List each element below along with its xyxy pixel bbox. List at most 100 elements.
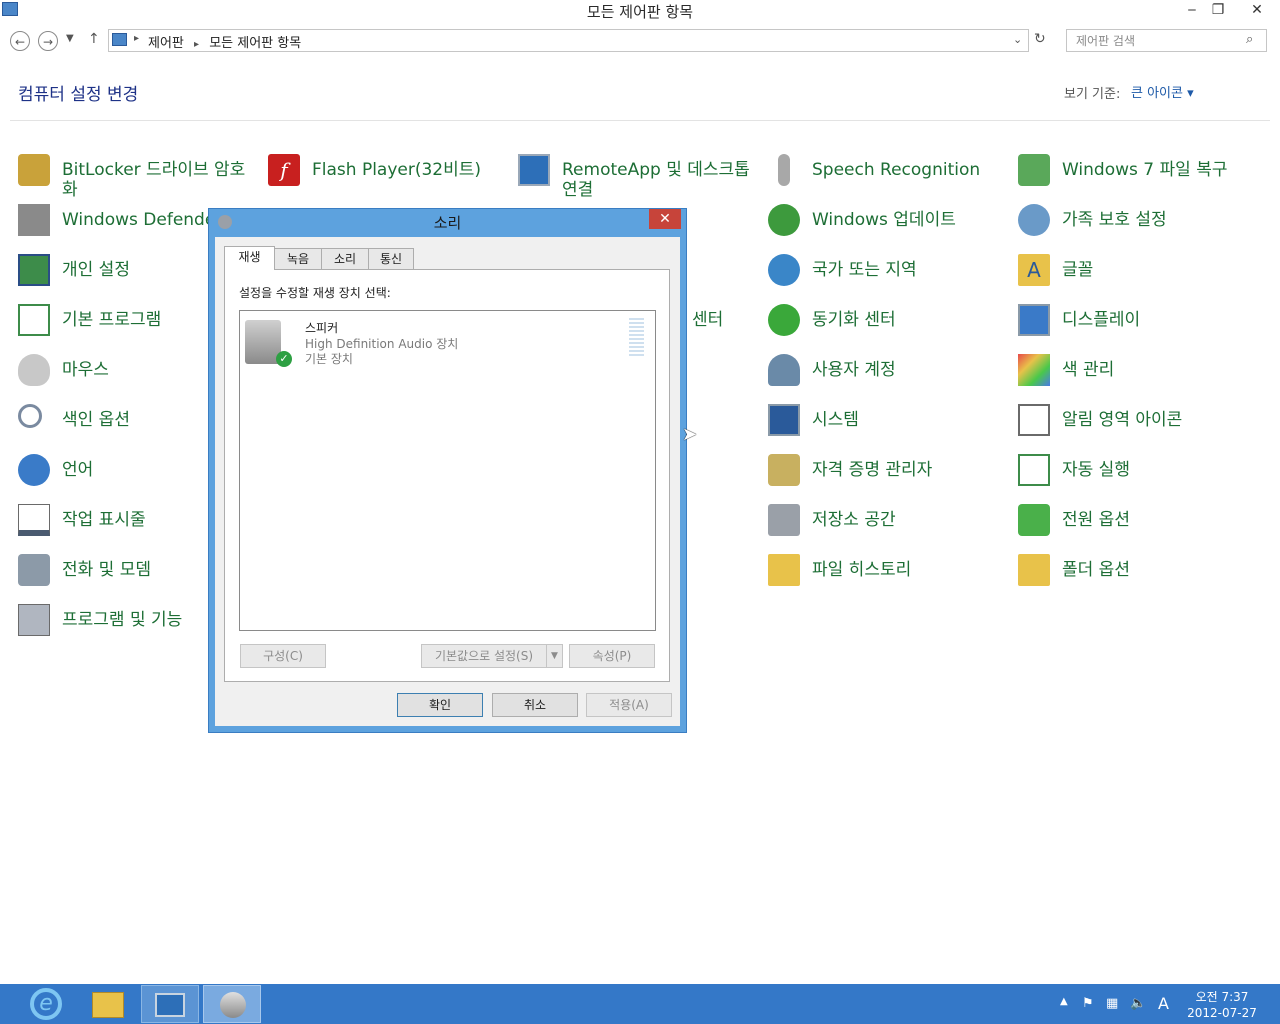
ime-indicator[interactable]: A <box>1158 994 1169 1013</box>
item-label: 시스템 <box>812 410 859 430</box>
tab-communications[interactable]: 통신 <box>368 248 414 269</box>
properties-button[interactable]: 속성(P) <box>569 644 655 668</box>
item-label: 사용자 계정 <box>812 360 896 380</box>
action-center-icon[interactable]: ⚑ <box>1082 996 1094 1011</box>
item-label: 작업 표시줄 <box>62 510 146 530</box>
network-icon[interactable]: ▦ <box>1106 996 1118 1011</box>
breadcrumb-all-items[interactable]: 모든 제어판 항목 <box>209 36 301 51</box>
taskbar-control-panel-button[interactable] <box>141 985 199 1023</box>
volume-meter <box>629 318 644 358</box>
show-hidden-icons[interactable]: ▲ <box>1060 996 1068 1007</box>
item-label: 디스플레이 <box>1062 310 1141 330</box>
item-label: 자격 증명 관리자 <box>812 460 933 480</box>
device-name: 스피커 <box>305 321 339 335</box>
page-title: 컴퓨터 설정 변경 <box>18 85 139 105</box>
restore-button[interactable]: ❐ <box>1202 0 1234 20</box>
breadcrumb-separator-icon[interactable]: ▸ <box>194 39 199 50</box>
search-placeholder: 제어판 검색 <box>1076 34 1136 48</box>
item-label: Windows 업데이트 <box>812 210 956 230</box>
item-label: 동기화 센터 <box>812 310 896 330</box>
breadcrumb: 제어판 ▸ 모든 제어판 항목 <box>148 32 301 51</box>
credential-icon <box>768 454 800 486</box>
address-dropdown-icon[interactable]: ⌄ <box>1013 33 1022 46</box>
set-default-button[interactable]: 기본값으로 설정(S) <box>421 644 547 668</box>
clock-time: 오전 7:37 <box>1195 990 1249 1004</box>
item-label: 자동 실행 <box>1062 460 1130 480</box>
item-label: 색 관리 <box>1062 360 1115 380</box>
update-icon <box>768 204 800 236</box>
tab-playback[interactable]: 재생 <box>224 246 275 270</box>
item-label: Windows 7 파일 복구 <box>1062 160 1228 180</box>
mouse-cursor-icon: ➤ <box>682 424 698 445</box>
dialog-close-button[interactable]: ✕ <box>649 209 681 229</box>
item-label: 마우스 <box>62 360 109 380</box>
instruction-text: 설정을 수정할 재생 장치 선택: <box>239 286 391 300</box>
item-label: 글꼴 <box>1062 260 1094 280</box>
language-icon <box>18 454 50 486</box>
remoteapp-icon <box>518 154 550 186</box>
item-label: 저장소 공간 <box>812 510 896 530</box>
view-by-label: 보기 기준: <box>1064 87 1121 102</box>
item-label: 센터 <box>692 310 724 330</box>
power-icon <box>1018 504 1050 536</box>
speaker-icon <box>220 992 246 1018</box>
divider <box>10 120 1270 121</box>
display-icon <box>1018 304 1050 336</box>
clock[interactable]: 오전 7:37 2012-07-27 <box>1182 989 1262 1021</box>
defender-icon <box>18 204 50 236</box>
recovery-icon <box>1018 154 1050 186</box>
recent-locations-icon[interactable]: ▼ <box>66 33 74 44</box>
storage-icon <box>768 504 800 536</box>
up-button[interactable]: ↑ <box>88 31 100 47</box>
default-programs-icon <box>18 304 50 336</box>
file-explorer-icon[interactable] <box>92 992 124 1018</box>
item-label: 색인 옵션 <box>62 410 130 430</box>
item-label: 파일 히스토리 <box>812 560 912 580</box>
apply-button[interactable]: 적용(A) <box>586 693 672 717</box>
taskbar-icon <box>18 504 50 536</box>
phone-icon <box>18 554 50 586</box>
control-panel-icon <box>155 993 185 1017</box>
item-label: BitLocker 드라이브 암호 화 <box>62 160 246 200</box>
control-panel-icon <box>112 33 127 46</box>
internet-explorer-icon[interactable]: e <box>30 988 62 1020</box>
device-list[interactable] <box>239 310 656 631</box>
item-label: 프로그램 및 기능 <box>62 610 183 630</box>
item-label: 전화 및 모뎀 <box>62 560 152 580</box>
refresh-icon[interactable]: ↻ <box>1034 31 1046 47</box>
cancel-button[interactable]: 취소 <box>492 693 578 717</box>
item-label: RemoteApp 및 데스크톱 연결 <box>562 160 750 200</box>
device-status: 기본 장치 <box>305 352 353 366</box>
system-icon <box>768 404 800 436</box>
tab-recording[interactable]: 녹음 <box>274 248 322 269</box>
breadcrumb-separator-icon[interactable]: ▸ <box>134 33 139 44</box>
search-icon[interactable]: ⌕ <box>1246 32 1253 47</box>
item-label: Flash Player(32비트) <box>312 160 482 180</box>
view-by-dropdown[interactable]: 큰 아이콘 ▾ <box>1131 82 1194 101</box>
close-button[interactable]: ✕ <box>1234 0 1280 20</box>
family-icon <box>1018 204 1050 236</box>
volume-icon[interactable]: 🔈 <box>1130 996 1146 1011</box>
notification-icon <box>1018 404 1050 436</box>
ok-button[interactable]: 확인 <box>397 693 483 717</box>
forward-button[interactable]: → <box>38 31 58 51</box>
item-label: Windows Defender <box>62 210 223 230</box>
tab-sounds[interactable]: 소리 <box>321 248 369 269</box>
autoplay-icon <box>1018 454 1050 486</box>
indexing-icon <box>18 404 42 428</box>
item-label: 가족 보호 설정 <box>1062 210 1167 230</box>
taskbar-sound-button[interactable] <box>203 985 261 1023</box>
set-default-dropdown-icon[interactable]: ▼ <box>546 644 563 668</box>
sync-icon <box>768 304 800 336</box>
default-device-check-icon: ✓ <box>276 351 292 367</box>
back-button[interactable]: ← <box>10 31 30 51</box>
configure-button[interactable]: 구성(C) <box>240 644 326 668</box>
item-label: 기본 프로그램 <box>62 310 162 330</box>
color-icon <box>1018 354 1050 386</box>
item-label: Speech Recognition <box>812 160 981 180</box>
file-history-icon <box>768 554 800 586</box>
breadcrumb-control-panel[interactable]: 제어판 <box>148 36 184 51</box>
folder-options-icon <box>1018 554 1050 586</box>
item-label: 개인 설정 <box>62 260 130 280</box>
dialog-title: 소리 <box>433 214 462 232</box>
